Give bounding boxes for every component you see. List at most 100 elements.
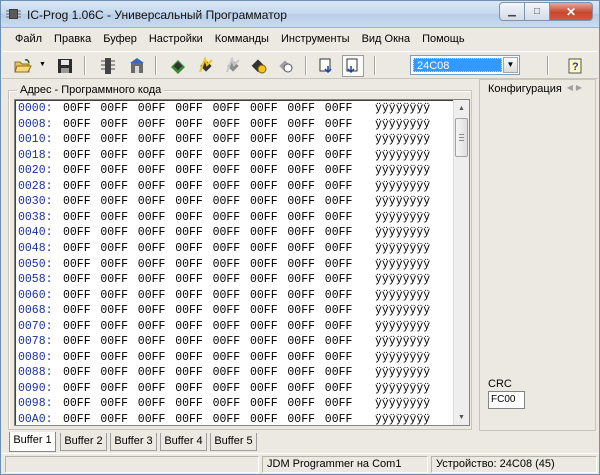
hex-cell[interactable]: 00FF xyxy=(287,257,315,272)
hex-cell[interactable]: 00FF xyxy=(213,272,241,287)
hex-cell[interactable]: 00FF xyxy=(213,163,241,178)
hex-cell[interactable]: 00FF xyxy=(175,148,203,163)
hex-cell[interactable]: 00FF xyxy=(138,350,166,365)
menu-commands[interactable]: Комманды xyxy=(209,30,275,50)
hex-cell[interactable]: 00FF xyxy=(325,412,353,425)
hex-cell[interactable]: 00FF xyxy=(325,303,353,318)
hex-cell[interactable]: 00FF xyxy=(287,412,315,425)
hex-cell[interactable]: 00FF xyxy=(250,319,278,334)
hex-cell[interactable]: 00FF xyxy=(138,365,166,380)
hex-cell[interactable]: 00FF xyxy=(287,272,315,287)
hex-cell[interactable]: 00FF xyxy=(138,272,166,287)
device-select[interactable]: 24C08 ▼ xyxy=(410,55,520,75)
hex-cell[interactable]: 00FF xyxy=(250,412,278,425)
hex-cell[interactable]: 00FF xyxy=(287,241,315,256)
hex-cell[interactable]: 00FF xyxy=(63,365,91,380)
hex-cell[interactable]: 00FF xyxy=(213,396,241,411)
hex-cell[interactable]: 00FF xyxy=(175,210,203,225)
hex-cell[interactable]: 00FF xyxy=(175,381,203,396)
hex-cell[interactable]: 00FF xyxy=(175,303,203,318)
hex-cell[interactable]: 00FF xyxy=(287,179,315,194)
hex-cell[interactable]: 00FF xyxy=(213,412,241,425)
hex-cell[interactable]: 00FF xyxy=(250,303,278,318)
hex-cell[interactable]: 00FF xyxy=(213,365,241,380)
hex-cell[interactable]: 00FF xyxy=(138,396,166,411)
hex-cell[interactable]: 00FF xyxy=(250,225,278,240)
tab-buffer-3[interactable]: Buffer 3 xyxy=(110,433,157,451)
hex-cell[interactable]: 00FF xyxy=(100,210,128,225)
hex-cell[interactable]: 00FF xyxy=(213,101,241,116)
menu-view[interactable]: Вид Окна xyxy=(356,30,417,50)
hex-cell[interactable]: 00FF xyxy=(325,334,353,349)
hex-cell[interactable]: 00FF xyxy=(63,194,91,209)
hex-cell[interactable]: 00FF xyxy=(213,148,241,163)
hex-cell[interactable]: 00FF xyxy=(213,334,241,349)
hex-cell[interactable]: 00FF xyxy=(250,241,278,256)
scroll-down-icon[interactable]: ▼ xyxy=(454,409,469,425)
hex-cell[interactable]: 00FF xyxy=(138,101,166,116)
options-button[interactable] xyxy=(126,55,148,77)
hex-cell[interactable]: 00FF xyxy=(63,210,91,225)
hex-cell[interactable]: 00FF xyxy=(250,334,278,349)
hex-cell[interactable]: 00FF xyxy=(138,194,166,209)
hex-cell[interactable]: 00FF xyxy=(287,132,315,147)
menu-settings[interactable]: Настройки xyxy=(143,30,209,50)
hex-cell[interactable]: 00FF xyxy=(175,225,203,240)
hex-cell[interactable]: 00FF xyxy=(100,163,128,178)
hex-cell[interactable]: 00FF xyxy=(213,319,241,334)
hex-cell[interactable]: 00FF xyxy=(287,365,315,380)
hex-cell[interactable]: 00FF xyxy=(250,350,278,365)
hex-cell[interactable]: 00FF xyxy=(325,288,353,303)
hex-cell[interactable]: 00FF xyxy=(100,194,128,209)
hex-cell[interactable]: 00FF xyxy=(287,381,315,396)
hex-cell[interactable]: 00FF xyxy=(63,272,91,287)
hex-cell[interactable]: 00FF xyxy=(138,225,166,240)
hex-cell[interactable]: 00FF xyxy=(250,272,278,287)
hex-cell[interactable]: 00FF xyxy=(175,365,203,380)
hex-cell[interactable]: 00FF xyxy=(175,117,203,132)
hex-cell[interactable]: 00FF xyxy=(138,210,166,225)
minimize-button[interactable]: ▁ xyxy=(499,2,525,21)
hex-cell[interactable]: 00FF xyxy=(138,257,166,272)
hex-cell[interactable]: 00FF xyxy=(63,132,91,147)
hex-cell[interactable]: 00FF xyxy=(63,101,91,116)
hex-cell[interactable]: 00FF xyxy=(287,350,315,365)
hex-cell[interactable]: 00FF xyxy=(63,396,91,411)
hex-cell[interactable]: 00FF xyxy=(325,241,353,256)
hex-cell[interactable]: 00FF xyxy=(213,210,241,225)
hex-cell[interactable]: 00FF xyxy=(63,350,91,365)
hex-cell[interactable]: 00FF xyxy=(138,412,166,425)
hex-cell[interactable]: 00FF xyxy=(63,241,91,256)
hex-cell[interactable]: 00FF xyxy=(325,225,353,240)
hex-cell[interactable]: 00FF xyxy=(287,334,315,349)
hex-cell[interactable]: 00FF xyxy=(287,396,315,411)
hex-cell[interactable]: 00FF xyxy=(175,396,203,411)
read-chip-button[interactable] xyxy=(167,55,189,77)
hex-cell[interactable]: 00FF xyxy=(100,412,128,425)
hex-cell[interactable]: 00FF xyxy=(100,272,128,287)
hex-cell[interactable]: 00FF xyxy=(175,132,203,147)
hex-cell[interactable]: 00FF xyxy=(325,132,353,147)
hex-cell[interactable]: 00FF xyxy=(213,225,241,240)
hex-cell[interactable]: 00FF xyxy=(175,257,203,272)
hex-cell[interactable]: 00FF xyxy=(213,132,241,147)
hex-cell[interactable]: 00FF xyxy=(287,225,315,240)
hex-cell[interactable]: 00FF xyxy=(250,179,278,194)
hex-cell[interactable]: 00FF xyxy=(63,257,91,272)
hex-cell[interactable]: 00FF xyxy=(138,334,166,349)
program-chip-button[interactable] xyxy=(195,55,217,77)
hex-cell[interactable]: 00FF xyxy=(325,396,353,411)
hex-cell[interactable]: 00FF xyxy=(213,288,241,303)
hex-cell[interactable]: 00FF xyxy=(175,101,203,116)
hex-cell[interactable]: 00FF xyxy=(287,288,315,303)
menu-tools[interactable]: Инструменты xyxy=(275,30,356,50)
hex-cell[interactable]: 00FF xyxy=(63,303,91,318)
hex-cell[interactable]: 00FF xyxy=(63,179,91,194)
hex-cell[interactable]: 00FF xyxy=(250,288,278,303)
hex-cell[interactable]: 00FF xyxy=(250,101,278,116)
hex-cell[interactable]: 00FF xyxy=(175,272,203,287)
hex-cell[interactable]: 00FF xyxy=(325,148,353,163)
hex-cell[interactable]: 00FF xyxy=(100,319,128,334)
hex-cell[interactable]: 00FF xyxy=(63,412,91,425)
hex-cell[interactable]: 00FF xyxy=(250,381,278,396)
